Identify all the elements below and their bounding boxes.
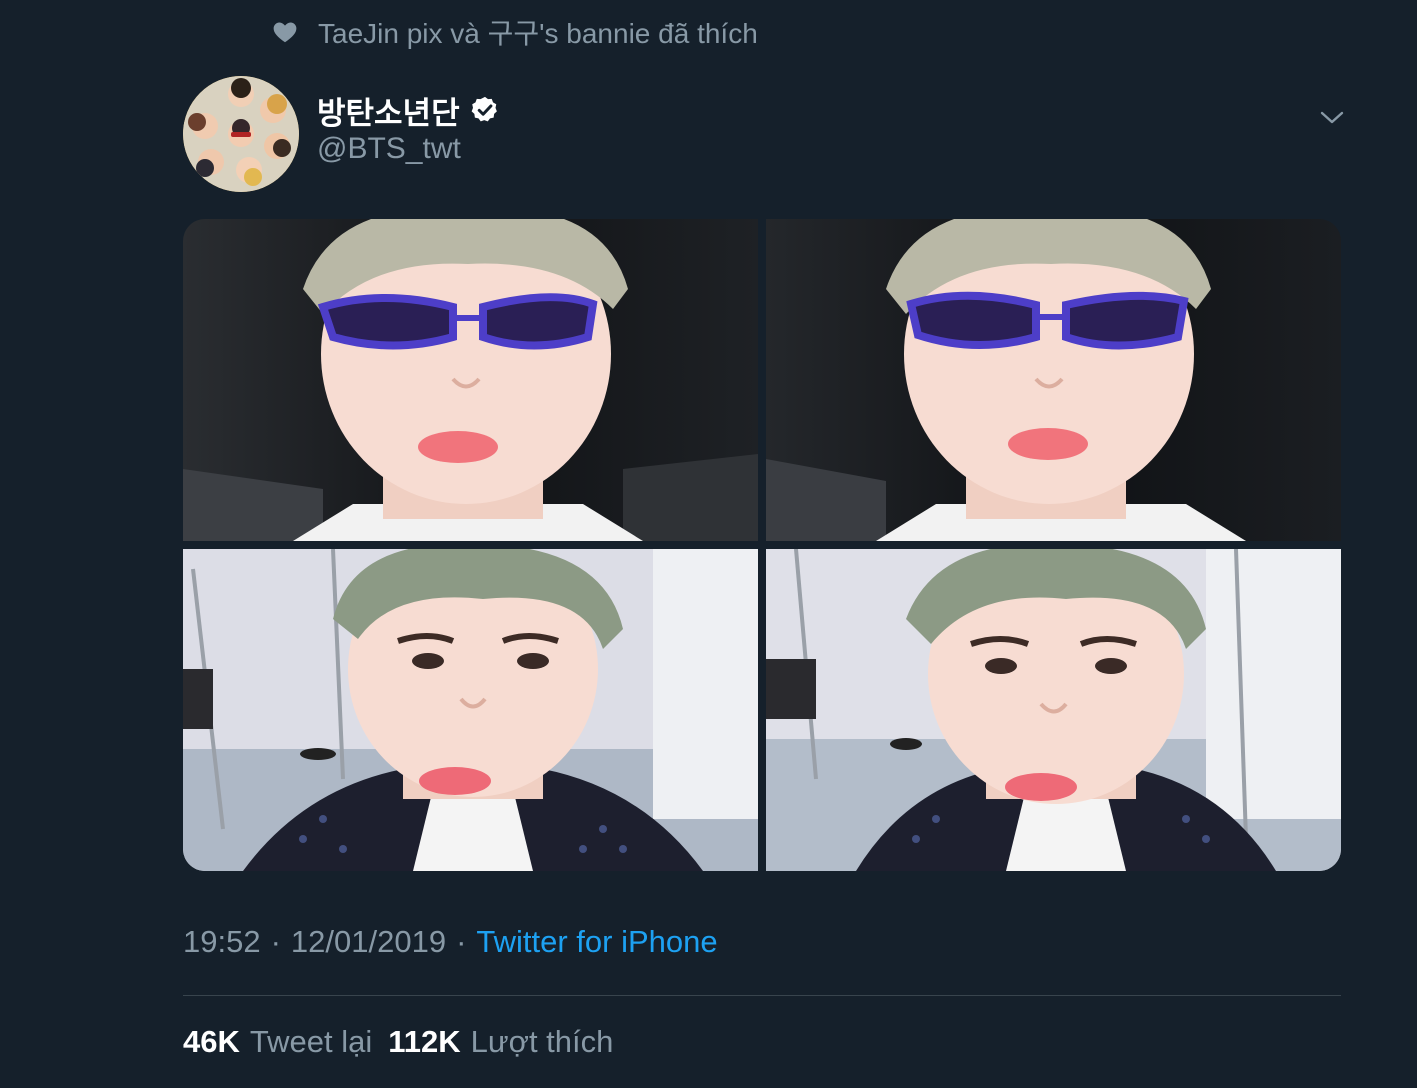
social-context: TaeJin pix và 구구's bannie đã thích <box>272 14 758 50</box>
tweet-stats: 46K Tweet lại 112K Lượt thích <box>183 1020 629 1064</box>
meta-separator: · <box>270 924 281 959</box>
divider <box>183 995 1341 996</box>
retweets-label: Tweet lại <box>249 1024 373 1059</box>
likes-label: Lượt thích <box>470 1024 614 1059</box>
tweet-photo-3[interactable] <box>183 549 758 871</box>
retweets-stat[interactable]: 46K Tweet lại <box>183 1024 372 1060</box>
verified-badge-icon <box>470 95 500 125</box>
author-name-row[interactable]: 방탄소년단 <box>317 88 500 132</box>
tweet-photo-2[interactable] <box>766 219 1341 541</box>
meta-separator: · <box>456 924 467 959</box>
tweet-photo-1[interactable] <box>183 219 758 541</box>
tweet-meta: 19:52 · 12/01/2019 · Twitter for iPhone <box>183 920 718 964</box>
author-display-name[interactable]: 방탄소년단 <box>317 88 460 133</box>
tweet-media-grid <box>183 219 1341 871</box>
likes-count: 112K <box>388 1024 461 1059</box>
likes-stat[interactable]: 112K Lượt thích <box>388 1024 613 1060</box>
tweet-date[interactable]: 12/01/2019 <box>291 924 446 960</box>
tweet-detail-page: TaeJin pix và 구구's bannie đã thích 방탄소년단… <box>0 0 1417 1088</box>
tweet-source-link[interactable]: Twitter for iPhone <box>476 924 717 960</box>
author-handle[interactable]: @BTS_twt <box>317 132 461 166</box>
chevron-down-icon[interactable] <box>1318 104 1346 130</box>
retweets-count: 46K <box>183 1024 240 1059</box>
tweet-time[interactable]: 19:52 <box>183 924 261 960</box>
tweet-photo-4[interactable] <box>766 549 1341 871</box>
social-context-text: TaeJin pix và 구구's bannie đã thích <box>318 18 758 49</box>
heart-icon <box>272 19 298 45</box>
author-avatar[interactable] <box>183 76 299 192</box>
